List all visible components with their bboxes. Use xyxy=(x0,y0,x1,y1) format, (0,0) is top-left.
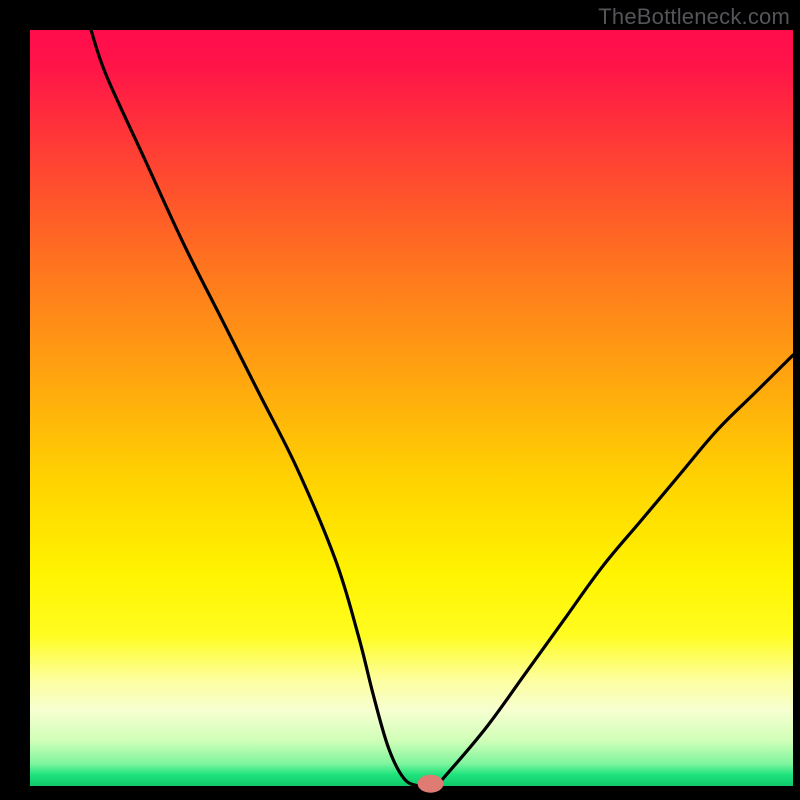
chart-frame: TheBottleneck.com xyxy=(0,0,800,800)
gradient-background xyxy=(30,30,793,786)
bottleneck-chart xyxy=(0,0,800,800)
watermark-text: TheBottleneck.com xyxy=(598,4,790,30)
optimal-point-marker xyxy=(418,775,444,793)
